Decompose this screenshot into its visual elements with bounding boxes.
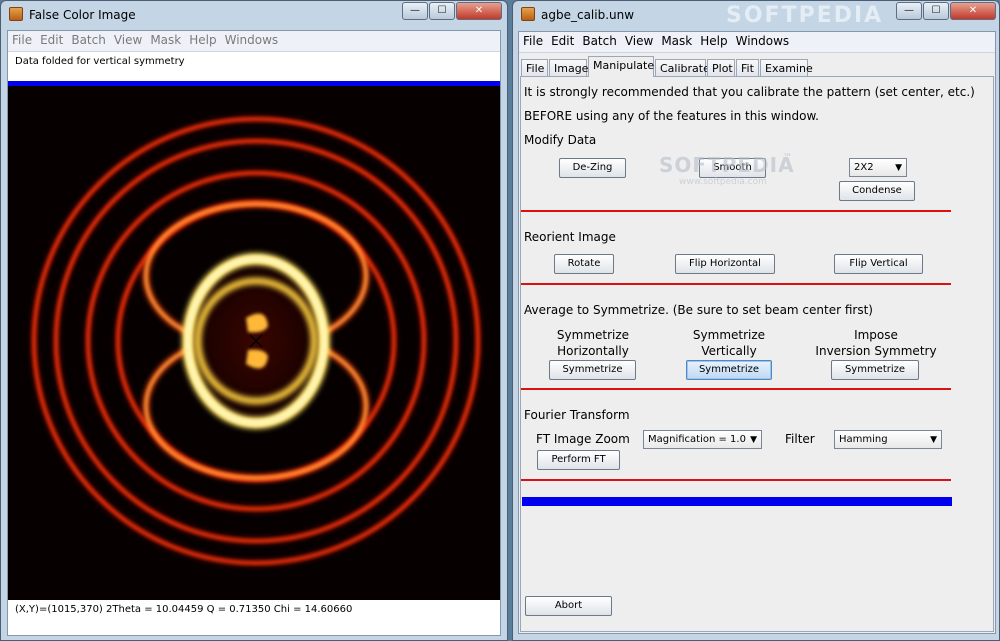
cursor-coordinates: (X,Y)=(1015,370) 2Theta = 10.04459 Q = 0…: [15, 604, 353, 615]
symmetrize-vertical-label: Symmetrize Vertically: [679, 327, 779, 359]
flip-vertical-button[interactable]: Flip Vertical: [834, 254, 923, 274]
tab-file[interactable]: File: [521, 59, 548, 76]
tab-examine[interactable]: Examine: [760, 59, 813, 76]
section-divider: [521, 283, 951, 285]
diffraction-rings: [8, 86, 500, 600]
close-button[interactable]: ✕: [950, 2, 996, 20]
menu-edit[interactable]: Edit: [36, 31, 67, 49]
abort-button[interactable]: Abort: [525, 596, 612, 616]
diffraction-image[interactable]: [8, 86, 500, 600]
symmetrize-horizontal-line2: Horizontally: [557, 344, 629, 358]
modify-data-heading: Modify Data: [524, 133, 597, 147]
menu-file[interactable]: File: [8, 31, 36, 49]
menu-view[interactable]: View: [110, 31, 146, 49]
dezing-button[interactable]: De-Zing: [559, 158, 626, 178]
title-bar[interactable]: False Color Image — ☐ ✕: [1, 1, 507, 29]
tab-manipulate[interactable]: Manipulate: [588, 56, 654, 77]
menu-mask[interactable]: Mask: [146, 31, 185, 49]
tab-strip: File Image Manipulate Calibrate Plot Fit…: [521, 56, 993, 77]
menu-mask[interactable]: Mask: [657, 32, 696, 50]
image-client-area: File Edit Batch View Mask Help Windows Data fo…: [7, 30, 501, 636]
window-title: agbe_calib.unw: [541, 8, 635, 22]
symmetrize-horizontal-button[interactable]: Symmetrize: [549, 360, 636, 380]
calibration-note-line1: It is strongly recommended that you cali…: [524, 85, 975, 99]
maximize-button[interactable]: ☐: [429, 2, 455, 20]
condense-size-value: 2X2: [854, 162, 874, 173]
softpedia-watermark: SOFTPEDIA: [726, 3, 884, 28]
magnification-select[interactable]: Magnification = 1.0 ▼: [643, 430, 762, 449]
symmetrize-vertical-button[interactable]: Symmetrize: [686, 360, 772, 380]
dropdown-arrow-icon: ▼: [930, 435, 937, 445]
filter-select[interactable]: Hamming ▼: [834, 430, 942, 449]
softpedia-watermark-center: SOFTPEDIA: [659, 153, 795, 177]
dropdown-arrow-icon: ▼: [895, 163, 902, 173]
dropdown-arrow-icon: ▼: [750, 435, 757, 445]
inversion-symmetry-label: Impose Inversion Symmetry: [811, 327, 941, 359]
section-divider: [521, 388, 951, 390]
symmetrize-heading: Average to Symmetrize. (Be sure to set b…: [524, 303, 873, 317]
menu-help[interactable]: Help: [696, 32, 731, 50]
tab-image[interactable]: Image: [549, 59, 588, 76]
section-divider: [521, 479, 951, 481]
ft-zoom-label: FT Image Zoom: [536, 432, 630, 446]
magnification-value: Magnification = 1.0: [648, 434, 746, 445]
calibration-note-line2: BEFORE using any of the features in this…: [524, 109, 819, 123]
maximize-button[interactable]: ☐: [923, 2, 949, 20]
section-divider: [521, 210, 951, 212]
window-title: False Color Image: [29, 8, 136, 22]
menu-windows[interactable]: Windows: [221, 31, 283, 49]
softpedia-watermark-url: www.softpedia.com: [679, 177, 767, 187]
calibration-window: agbe_calib.unw SOFTPEDIA — ☐ ✕ File Edit B…: [512, 0, 1000, 641]
menu-help[interactable]: Help: [185, 31, 220, 49]
symmetrize-vertical-line1: Symmetrize: [692, 328, 766, 342]
progress-bar: [522, 497, 952, 506]
menu-batch[interactable]: Batch: [67, 31, 110, 49]
symmetrize-horizontal-label: Symmetrize Horizontally: [543, 327, 643, 359]
condense-button[interactable]: Condense: [839, 181, 915, 201]
condense-size-select[interactable]: 2X2 ▼: [849, 158, 907, 177]
close-button[interactable]: ✕: [456, 2, 502, 20]
reorient-heading: Reorient Image: [524, 230, 616, 244]
manipulate-panel: It is strongly recommended that you cali…: [520, 76, 994, 632]
java-app-icon: [9, 7, 23, 21]
minimize-button[interactable]: —: [402, 2, 428, 20]
java-app-icon: [521, 7, 535, 21]
fold-status: Data folded for vertical symmetry: [15, 56, 185, 67]
perform-ft-button[interactable]: Perform FT: [537, 450, 620, 470]
minimize-button[interactable]: —: [896, 2, 922, 20]
menu-file[interactable]: File: [519, 32, 547, 50]
filter-label: Filter: [785, 432, 815, 446]
symmetrize-vertical-line2: Vertically: [701, 344, 757, 358]
tab-plot[interactable]: Plot: [707, 59, 735, 76]
title-bar[interactable]: agbe_calib.unw SOFTPEDIA — ☐ ✕: [513, 1, 999, 29]
rotate-button[interactable]: Rotate: [554, 254, 614, 274]
inversion-symmetrize-button[interactable]: Symmetrize: [831, 360, 919, 380]
menu-bar: File Edit Batch View Mask Help Windows: [8, 31, 500, 52]
symmetrize-horizontal-line1: Symmetrize: [556, 328, 630, 342]
menu-windows[interactable]: Windows: [732, 32, 794, 50]
filter-value: Hamming: [839, 434, 888, 445]
menu-view[interactable]: View: [621, 32, 657, 50]
inversion-symmetry-line1: Impose: [854, 328, 898, 342]
menu-batch[interactable]: Batch: [578, 32, 621, 50]
false-color-window: False Color Image — ☐ ✕ File Edit Batch Vie…: [0, 0, 508, 641]
fourier-heading: Fourier Transform: [524, 408, 630, 422]
calibration-client-area: File Edit Batch View Mask Help Windows File Im…: [518, 31, 996, 634]
softpedia-watermark-mark: ™: [783, 153, 792, 163]
tab-calibrate[interactable]: Calibrate: [655, 59, 710, 76]
menu-edit[interactable]: Edit: [547, 32, 578, 50]
tab-fit[interactable]: Fit: [736, 59, 759, 76]
menu-bar: File Edit Batch View Mask Help Windows: [519, 32, 995, 53]
inversion-symmetry-line2: Inversion Symmetry: [815, 344, 937, 358]
flip-horizontal-button[interactable]: Flip Horizontal: [675, 254, 775, 274]
